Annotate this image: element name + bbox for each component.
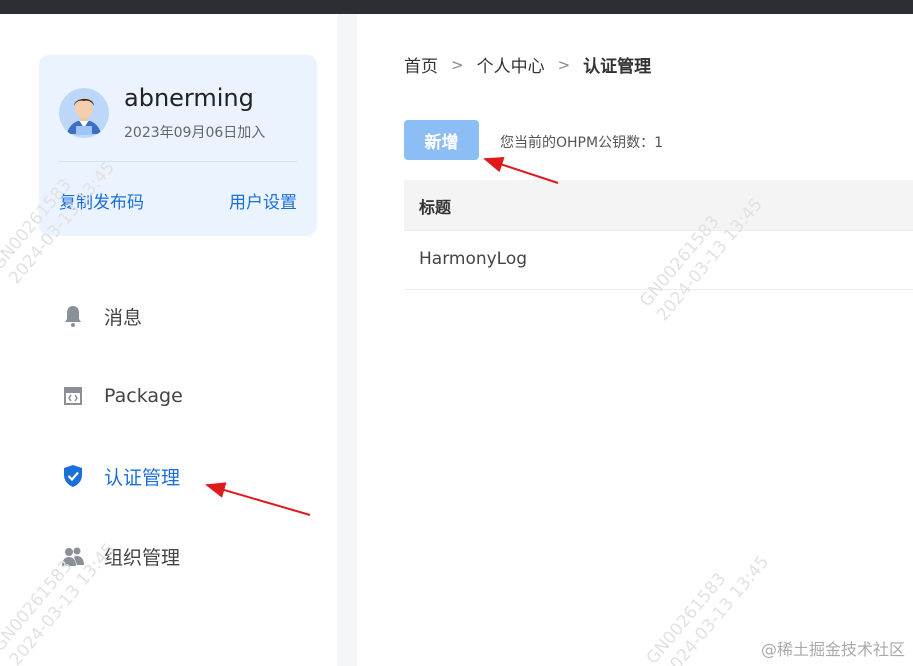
user-settings-link[interactable]: 用户设置 bbox=[229, 188, 297, 213]
table-row[interactable]: HarmonyLog bbox=[404, 231, 913, 290]
avatar[interactable] bbox=[59, 88, 109, 138]
public-key-count: 您当前的OHPM公钥数：1 bbox=[500, 135, 663, 151]
copy-publish-code-link[interactable]: 复制发布码 bbox=[59, 188, 144, 213]
main-content: 首页 > 个人中心 > 认证管理 新增 您当前的OHPM公钥数：1 标题 Har… bbox=[357, 14, 913, 666]
window-top-bar bbox=[0, 0, 913, 14]
card-divider bbox=[59, 161, 297, 162]
join-date: 2023年09月06日加入 bbox=[124, 125, 266, 141]
users-icon bbox=[60, 543, 86, 569]
site-watermark: @稀土掘金技术社区 bbox=[760, 640, 905, 659]
column-header-title: 标题 bbox=[419, 198, 452, 217]
sidebar-item-auth-management[interactable]: 认证管理 bbox=[60, 458, 180, 494]
sidebar-item-label: Package bbox=[104, 385, 183, 407]
shield-check-icon bbox=[60, 463, 86, 489]
add-button[interactable]: 新增 bbox=[404, 120, 479, 160]
table-header: 标题 bbox=[404, 180, 913, 231]
layout-gutter bbox=[337, 14, 357, 666]
package-icon bbox=[60, 383, 86, 409]
bell-icon bbox=[60, 303, 86, 329]
breadcrumb-personal-center[interactable]: 个人中心 bbox=[477, 52, 545, 77]
breadcrumb: 首页 > 个人中心 > 认证管理 bbox=[404, 52, 652, 78]
profile-card: abnerming 2023年09月06日加入 复制发布码 用户设置 bbox=[39, 55, 317, 236]
breadcrumb-separator: > bbox=[451, 55, 464, 74]
sidebar-item-messages[interactable]: 消息 bbox=[60, 298, 142, 334]
table-cell-title: HarmonyLog bbox=[419, 249, 528, 269]
sidebar-item-label: 消息 bbox=[104, 306, 143, 329]
sidebar-item-package[interactable]: Package bbox=[60, 378, 183, 414]
sidebar-item-label: 组织管理 bbox=[104, 546, 181, 569]
username: abnerming bbox=[124, 84, 254, 112]
sidebar-item-label: 认证管理 bbox=[104, 466, 181, 489]
breadcrumb-current: 认证管理 bbox=[583, 57, 652, 77]
breadcrumb-home[interactable]: 首页 bbox=[404, 52, 438, 77]
sidebar: abnerming 2023年09月06日加入 复制发布码 用户设置 消息 Pa… bbox=[0, 14, 337, 666]
sidebar-item-organization[interactable]: 组织管理 bbox=[60, 538, 180, 574]
breadcrumb-separator: > bbox=[557, 55, 571, 74]
